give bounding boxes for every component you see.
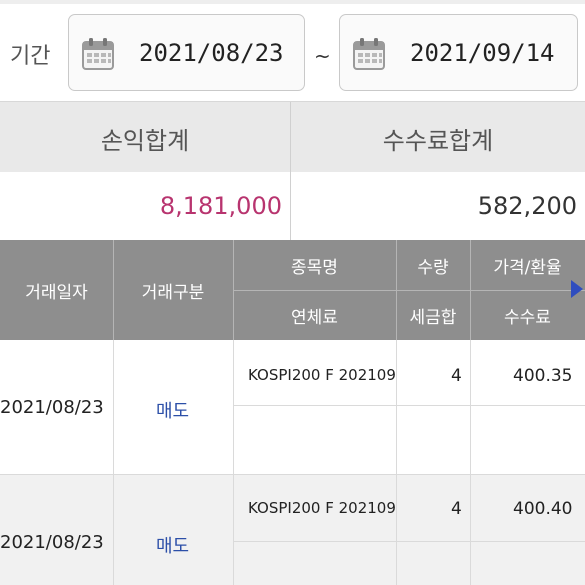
row-divider [470, 340, 471, 475]
header-tax-total: 세금합 [409, 307, 457, 328]
arrow-right-icon[interactable] [571, 280, 583, 298]
header-quantity: 수량 [417, 257, 449, 278]
fee-total-value: 582,200 [477, 192, 577, 220]
quantity: 4 [451, 366, 462, 386]
summary-divider [290, 102, 291, 240]
header-item-name: 종목명 [291, 257, 338, 278]
header-late-fee: 연체료 [291, 307, 338, 328]
calendar-icon [82, 38, 114, 70]
price: 400.40 [513, 499, 573, 519]
date-range-separator: ~ [314, 44, 331, 68]
row-divider [233, 541, 585, 542]
row-divider [396, 475, 397, 585]
row-divider [233, 405, 585, 406]
fee-total-label: 수수료합계 [382, 127, 494, 155]
trade-date: 2021/08/23 [0, 397, 104, 418]
row-divider [233, 475, 234, 585]
profit-total-cell: 8,181,000 [0, 172, 290, 240]
row-divider [470, 475, 471, 585]
header-divider [233, 290, 585, 291]
to-date-value: 2021/09/14 [410, 39, 555, 67]
price: 400.35 [513, 366, 573, 386]
trade-type: 매도 [156, 536, 190, 557]
header-divider [113, 240, 114, 340]
trade-date: 2021/08/23 [0, 532, 104, 553]
fee-total-cell: 582,200 [291, 172, 585, 240]
from-date-picker[interactable]: 2021/08/23 [68, 14, 305, 91]
table-header: 거래일자 거래구분 종목명 수량 가격/환율 연체료 세금합 수수료 [0, 240, 585, 340]
from-date-value: 2021/08/23 [139, 39, 284, 67]
item-name: KOSPI200 F 202109 [248, 366, 396, 384]
row-divider [396, 340, 397, 475]
profit-total-header: 손익합계 [0, 102, 290, 172]
table-row[interactable]: 2021/08/23 매도 KOSPI200 F 202109 4 400.40 [0, 475, 585, 585]
to-date-picker[interactable]: 2021/09/14 [339, 14, 578, 91]
header-trade-type: 거래구분 [141, 282, 205, 303]
header-commission: 수수료 [504, 307, 551, 328]
header-trade-date: 거래일자 [25, 282, 88, 303]
item-name: KOSPI200 F 202109 [248, 499, 396, 517]
profit-total-value: 8,181,000 [159, 192, 282, 220]
trade-type: 매도 [156, 401, 190, 422]
period-selector: 기간 2021/08/23 ~ 2021/09/14 [0, 4, 585, 102]
period-label: 기간 [10, 44, 51, 69]
row-divider [233, 340, 234, 475]
fee-total-header: 수수료합계 [291, 102, 585, 172]
row-divider [113, 475, 114, 585]
calendar-icon [353, 38, 385, 70]
header-price: 가격/환율 [493, 257, 562, 278]
quantity: 4 [451, 499, 462, 519]
row-divider [113, 340, 114, 475]
profit-total-label: 손익합계 [100, 127, 190, 155]
table-row[interactable]: 2021/08/23 매도 KOSPI200 F 202109 4 400.35 [0, 340, 585, 475]
